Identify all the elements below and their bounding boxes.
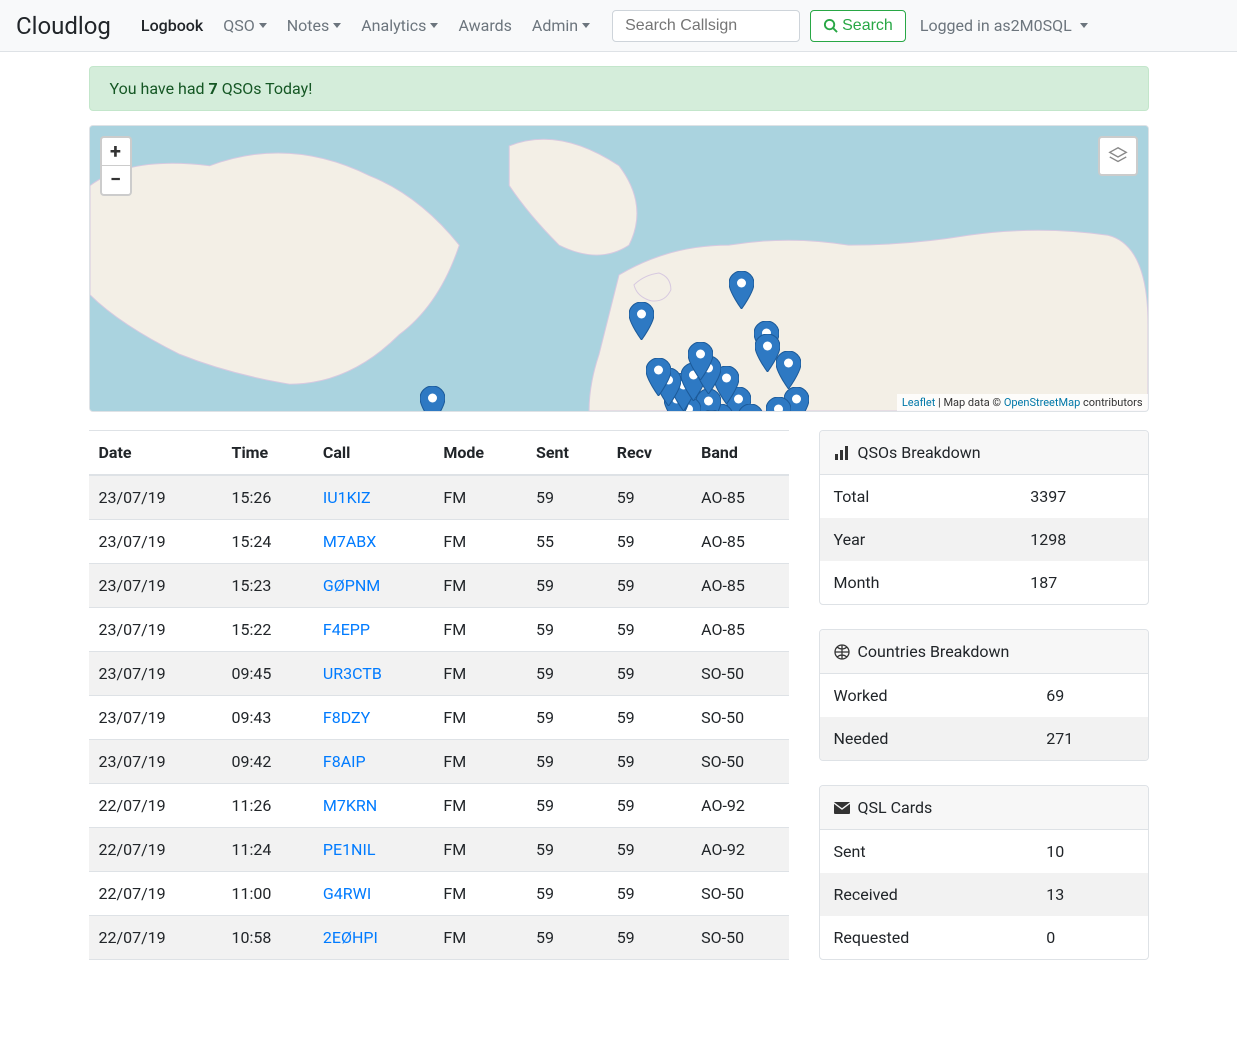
chart-icon	[834, 445, 850, 461]
col-mode: Mode	[433, 431, 526, 476]
map-marker[interactable]	[699, 410, 724, 412]
callsign-link[interactable]: PE1NIL	[323, 840, 376, 859]
qso-table: DateTimeCallModeSentRecvBand 23/07/1915:…	[89, 430, 789, 960]
callsign-link[interactable]: F8AIP	[323, 752, 366, 771]
col-time: Time	[222, 431, 313, 476]
table-row[interactable]: 22/07/1911:00G4RWIFM5959SO-50	[89, 872, 789, 916]
table-row[interactable]: 23/07/1909:45UR3CTBFM5959SO-50	[89, 652, 789, 696]
nav-notes[interactable]: Notes	[277, 8, 352, 43]
chevron-down-icon	[259, 23, 267, 28]
callsign-link[interactable]: M7ABX	[323, 532, 376, 551]
zoom-control: + −	[100, 136, 132, 196]
search-button[interactable]: Search	[810, 10, 906, 42]
sidebar: QSOs Breakdown Total3397Year1298Month187…	[819, 430, 1149, 984]
callsign-link[interactable]: F4EPP	[323, 620, 370, 639]
map-marker[interactable]	[729, 271, 754, 313]
leaflet-link[interactable]: Leaflet	[902, 396, 935, 409]
stat-row: Received13	[820, 873, 1148, 916]
stat-row: Year1298	[820, 518, 1148, 561]
nav-logbook[interactable]: Logbook	[131, 8, 213, 43]
alert-qsos-today: You have had 7 QSOs Today!	[89, 66, 1149, 111]
stat-row: Total3397	[820, 475, 1148, 518]
map-marker[interactable]	[629, 302, 654, 344]
map-tiles	[90, 126, 1148, 411]
layers-button[interactable]	[1098, 136, 1138, 176]
col-sent: Sent	[526, 431, 607, 476]
table-row[interactable]: 23/07/1909:43F8DZYFM5959SO-50	[89, 696, 789, 740]
search-label: Search	[842, 17, 893, 35]
globe-icon	[834, 644, 850, 660]
search-icon	[823, 18, 838, 33]
table-row[interactable]: 22/07/1911:26M7KRNFM5959AO-92	[89, 784, 789, 828]
nav-awards[interactable]: Awards	[448, 8, 521, 43]
map-marker[interactable]	[738, 404, 763, 412]
map[interactable]: + − Leaflet | Map data © OpenStreetMap c…	[89, 125, 1149, 412]
login-dropdown[interactable]: Logged in as 2M0SQL	[920, 16, 1088, 35]
map-marker[interactable]	[766, 397, 791, 412]
table-row[interactable]: 23/07/1915:26IU1KIZFM5959AO-85	[89, 475, 789, 520]
zoom-in-button[interactable]: +	[102, 138, 130, 166]
callsign-link[interactable]: 2EØHPI	[323, 928, 378, 947]
card-qsos-breakdown: QSOs Breakdown Total3397Year1298Month187	[819, 430, 1149, 605]
layers-icon	[1107, 145, 1129, 167]
table-row[interactable]: 23/07/1915:22F4EPPFM5959AO-85	[89, 608, 789, 652]
map-marker[interactable]	[688, 342, 713, 384]
table-row[interactable]: 23/07/1909:42F8AIPFM5959SO-50	[89, 740, 789, 784]
nav-qso[interactable]: QSO	[213, 8, 277, 43]
table-row[interactable]: 23/07/1915:24M7ABXFM5559AO-85	[89, 520, 789, 564]
col-band: Band	[691, 431, 788, 476]
stat-row: Month187	[820, 561, 1148, 604]
chevron-down-icon	[1080, 23, 1088, 28]
stat-row: Worked69	[820, 674, 1148, 717]
map-marker[interactable]	[646, 358, 671, 400]
nav-admin[interactable]: Admin	[522, 8, 600, 43]
chevron-down-icon	[430, 23, 438, 28]
brand: Cloudlog	[16, 12, 111, 40]
callsign-link[interactable]: M7KRN	[323, 796, 377, 815]
chevron-down-icon	[582, 23, 590, 28]
chevron-down-icon	[333, 23, 341, 28]
card-countries-breakdown: Countries Breakdown Worked69Needed271	[819, 629, 1149, 761]
stat-row: Requested0	[820, 916, 1148, 959]
card-header: QSL Cards	[820, 786, 1148, 830]
map-attribution: Leaflet | Map data © OpenStreetMap contr…	[897, 394, 1148, 411]
stat-row: Needed271	[820, 717, 1148, 760]
navbar: Cloudlog LogbookQSO Notes Analytics Awar…	[0, 0, 1237, 52]
nav-analytics[interactable]: Analytics	[351, 8, 448, 43]
card-qsl-cards: QSL Cards Sent10Received13Requested0	[819, 785, 1149, 960]
callsign-link[interactable]: G4RWI	[323, 884, 371, 903]
table-row[interactable]: 22/07/1911:24PE1NILFM5959AO-92	[89, 828, 789, 872]
card-header: Countries Breakdown	[820, 630, 1148, 674]
col-recv: Recv	[607, 431, 691, 476]
callsign-link[interactable]: F8DZY	[323, 708, 370, 727]
col-date: Date	[89, 431, 222, 476]
callsign-link[interactable]: GØPNM	[323, 576, 380, 595]
osm-link[interactable]: OpenStreetMap	[1004, 396, 1080, 409]
qso-table-area: DateTimeCallModeSentRecvBand 23/07/1915:…	[89, 430, 789, 960]
callsign-link[interactable]: UR3CTB	[323, 664, 382, 683]
table-header-row: DateTimeCallModeSentRecvBand	[89, 431, 789, 476]
card-header: QSOs Breakdown	[820, 431, 1148, 475]
envelope-icon	[834, 800, 850, 816]
map-marker[interactable]	[420, 386, 445, 412]
table-row[interactable]: 22/07/1910:582EØHPIFM5959SO-50	[89, 916, 789, 960]
nav-items: LogbookQSO Notes Analytics AwardsAdmin	[131, 8, 600, 43]
zoom-out-button[interactable]: −	[102, 166, 130, 194]
stat-row: Sent10	[820, 830, 1148, 873]
col-call: Call	[313, 431, 433, 476]
callsign-link[interactable]: IU1KIZ	[323, 488, 371, 507]
table-row[interactable]: 23/07/1915:23GØPNMFM5959AO-85	[89, 564, 789, 608]
search-input[interactable]	[612, 10, 800, 42]
